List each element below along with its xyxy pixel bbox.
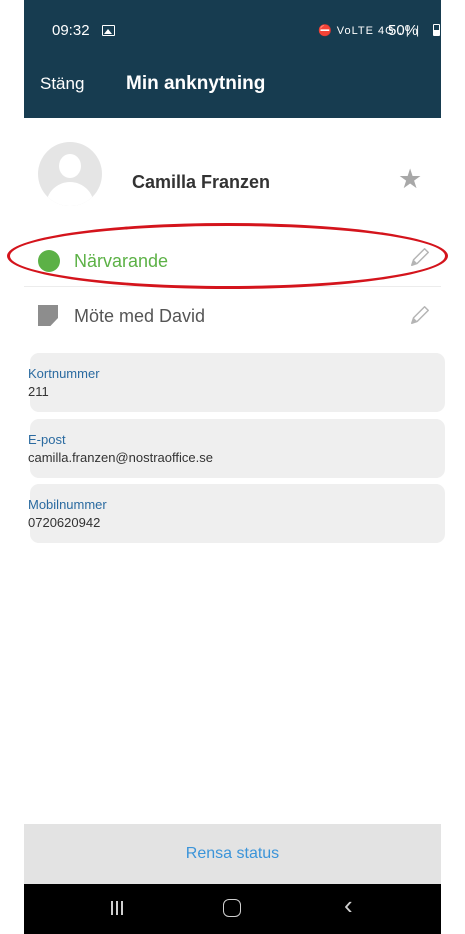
info-label: Mobilnummer bbox=[28, 497, 107, 512]
avatar-icon bbox=[38, 142, 102, 206]
system-nav-bar: ‹ bbox=[24, 884, 441, 934]
home-icon[interactable] bbox=[223, 899, 241, 917]
note-row[interactable]: Möte med David bbox=[24, 288, 441, 344]
clear-status-button[interactable]: Rensa status bbox=[186, 845, 279, 863]
highlight-ellipse bbox=[7, 223, 448, 289]
info-value: 211 bbox=[28, 384, 49, 399]
star-icon[interactable]: ★ bbox=[398, 166, 422, 193]
gallery-icon bbox=[102, 25, 115, 36]
info-card-kortnummer: Kortnummer 211 bbox=[28, 353, 445, 412]
note-icon bbox=[38, 305, 58, 326]
status-bar: 09:32 ⛔ VoLTE 4G .❘❘ 50% bbox=[24, 0, 441, 60]
close-button[interactable]: Stäng bbox=[40, 74, 84, 94]
contact-header: Camilla Franzen ★ bbox=[24, 120, 441, 230]
email-value[interactable]: camilla.franzen@nostraoffice.se bbox=[28, 450, 213, 465]
recent-apps-icon[interactable] bbox=[110, 901, 124, 915]
page-title: Min anknytning bbox=[126, 73, 266, 94]
note-label: Möte med David bbox=[74, 306, 206, 326]
contact-name: Camilla Franzen bbox=[132, 172, 271, 192]
pencil-icon[interactable] bbox=[409, 304, 431, 326]
app-header: 09:32 ⛔ VoLTE 4G .❘❘ 50% Stäng Min ankny… bbox=[24, 0, 441, 118]
phone-value[interactable]: 0720620942 bbox=[28, 515, 100, 530]
back-icon[interactable]: ‹ bbox=[344, 892, 353, 918]
bottom-action-bar: Rensa status bbox=[24, 824, 441, 884]
info-card-email[interactable]: E-post camilla.franzen@nostraoffice.se bbox=[28, 419, 445, 478]
battery-level: 50% bbox=[388, 22, 419, 39]
info-label: Kortnummer bbox=[28, 366, 100, 381]
info-label: E-post bbox=[28, 432, 66, 447]
info-card-mobile[interactable]: Mobilnummer 0720620942 bbox=[28, 484, 445, 543]
status-time: 09:32 bbox=[52, 22, 90, 39]
presence-row[interactable]: Närvarande bbox=[7, 223, 448, 289]
battery-icon bbox=[433, 24, 440, 36]
